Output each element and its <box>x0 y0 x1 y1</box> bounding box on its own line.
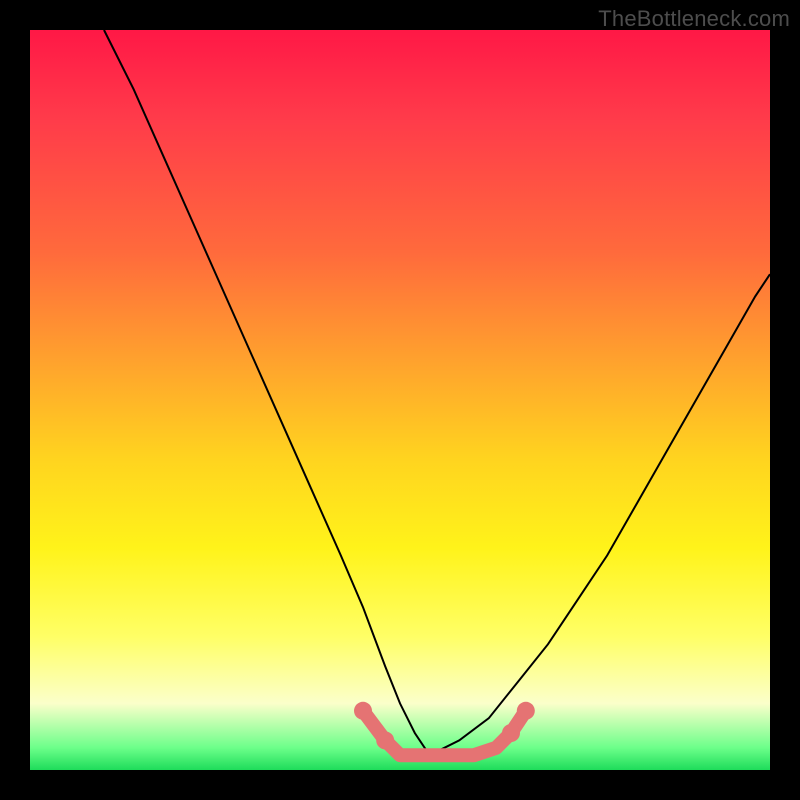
highlight-dot <box>502 724 520 742</box>
chart-svg <box>30 30 770 770</box>
highlight-dot <box>376 731 394 749</box>
watermark-text: TheBottleneck.com <box>598 6 790 32</box>
highlight-dot <box>517 702 535 720</box>
curve-right-branch <box>430 274 770 755</box>
curve-left-branch <box>104 30 430 755</box>
highlight-dot <box>354 702 372 720</box>
